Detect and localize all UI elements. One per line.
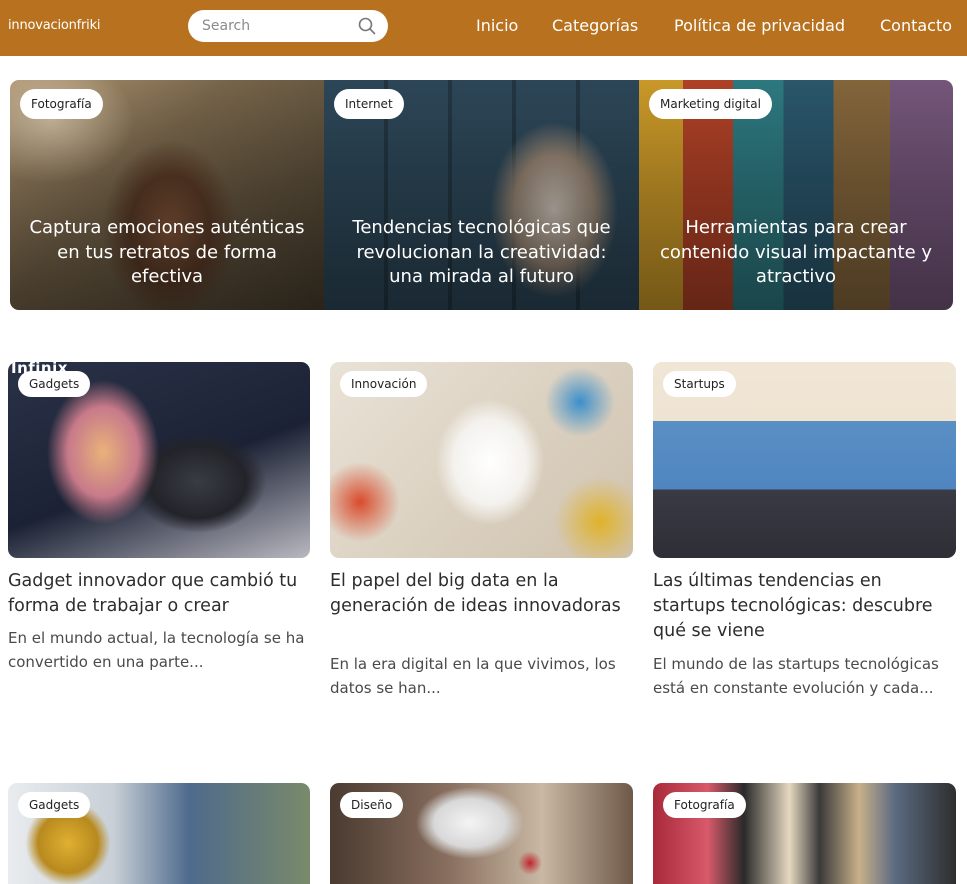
- post-title[interactable]: El papel del big data en la generación d…: [330, 569, 630, 619]
- nav-categorias[interactable]: Categorías: [552, 16, 638, 35]
- nav-politica-privacidad[interactable]: Política de privacidad: [674, 16, 845, 35]
- post-category-badge[interactable]: Diseño: [340, 792, 404, 818]
- post-title[interactable]: Gadget innovador que cambió tu forma de …: [8, 569, 308, 619]
- hero-post-1[interactable]: Fotografía Captura emociones auténticas …: [10, 80, 324, 310]
- nav-inicio[interactable]: Inicio: [476, 16, 518, 35]
- search-icon[interactable]: [358, 17, 376, 35]
- post-category-badge[interactable]: Fotografía: [663, 792, 746, 818]
- post-image-startups[interactable]: Startups: [653, 362, 956, 558]
- hero-category-badge[interactable]: Fotografía: [20, 89, 103, 119]
- hero-post-title[interactable]: Herramientas para crear contenido visual…: [653, 216, 939, 290]
- post-title[interactable]: Las últimas tendencias en startups tecno…: [653, 569, 953, 644]
- hero-post-3[interactable]: Marketing digital Herramientas para crea…: [639, 80, 953, 310]
- site-header: innovacionfriki Inicio Categorías Políti…: [0, 0, 967, 56]
- post-image-gadget[interactable]: Infinix Gadgets: [8, 362, 310, 558]
- post-category-badge[interactable]: Gadgets: [18, 371, 91, 397]
- nav-contacto[interactable]: Contacto: [880, 16, 952, 35]
- hero-post-title[interactable]: Tendencias tecnológicas que revolucionan…: [338, 216, 625, 290]
- site-logo[interactable]: innovacionfriki: [8, 18, 101, 33]
- post-image-fotografia-2[interactable]: Fotografía: [653, 783, 956, 884]
- post-category-badge[interactable]: Innovación: [340, 371, 428, 397]
- post-excerpt: En la era digital en la que vivimos, los…: [330, 655, 616, 697]
- post-image-gadgets-2[interactable]: Gadgets: [8, 783, 310, 884]
- post-image-diseno[interactable]: Diseño: [330, 783, 633, 884]
- hero-post-2[interactable]: Internet Tendencias tecnológicas que rev…: [324, 80, 639, 310]
- hero-category-badge[interactable]: Internet: [334, 89, 404, 119]
- hero-category-badge[interactable]: Marketing digital: [649, 89, 772, 119]
- post-image-bigdata[interactable]: Innovación: [330, 362, 633, 558]
- search-box[interactable]: [188, 10, 388, 42]
- post-excerpt: En el mundo actual, la tecnología se ha …: [8, 629, 305, 671]
- post-excerpt: El mundo de las startups tecnológicas es…: [653, 655, 939, 697]
- post-category-badge[interactable]: Startups: [663, 371, 736, 397]
- hero-post-title[interactable]: Captura emociones auténticas en tus retr…: [24, 216, 310, 290]
- search-input[interactable]: [202, 17, 352, 35]
- post-category-badge[interactable]: Gadgets: [18, 792, 91, 818]
